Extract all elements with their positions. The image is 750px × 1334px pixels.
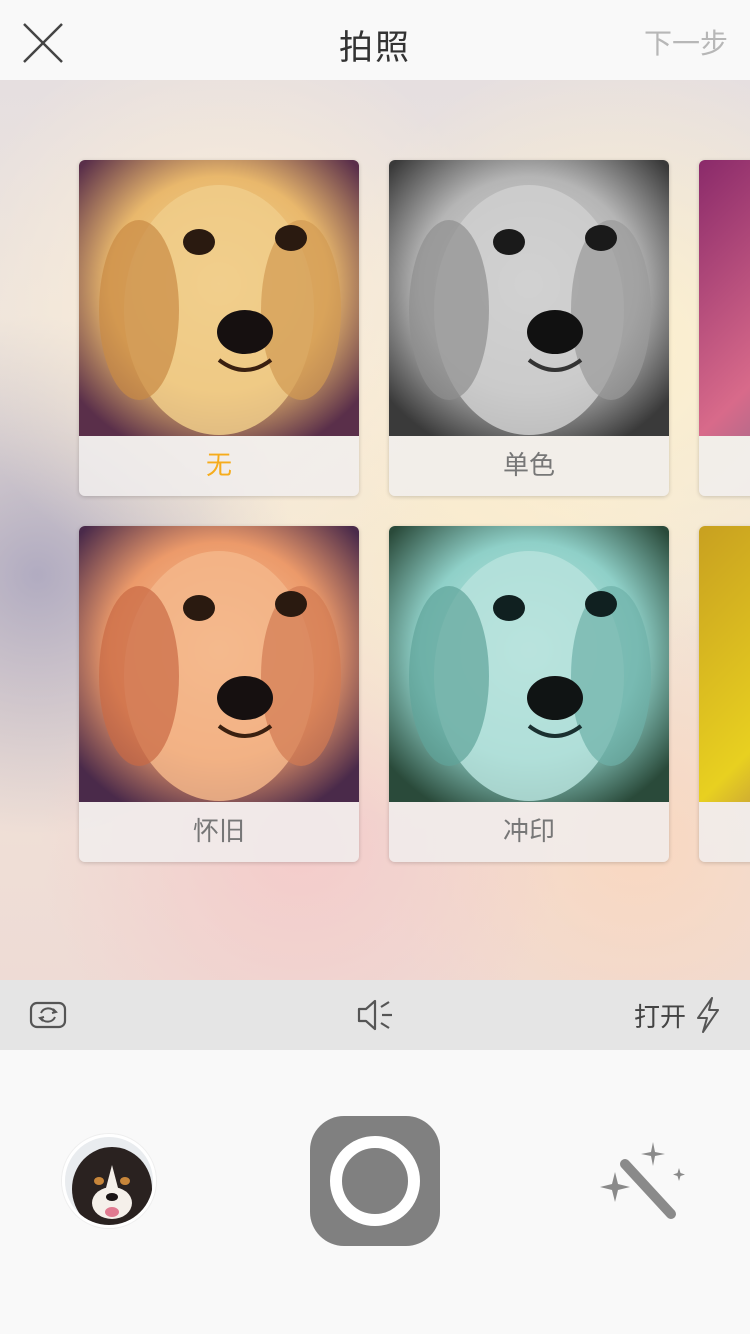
gallery-thumbnail[interactable] [62,1134,156,1228]
next-step-button[interactable]: 下一步 [644,22,728,62]
filter-card-print[interactable]: 冲印 [389,526,669,862]
filter-card-none[interactable]: 无 [79,160,359,496]
filter-card-nostalgia[interactable]: 怀旧 [79,526,359,862]
flash-label: 打开 [633,1002,686,1033]
filter-card-partial[interactable] [699,160,750,496]
shutter-button[interactable] [310,1116,440,1246]
shutter-dot [343,1149,407,1213]
filter-card-partial[interactable] [699,526,750,862]
filter-preview-image [699,160,750,436]
filter-preview-area: 无 单色 怀旧 冲印 [0,80,750,980]
filter-label: 冲印 [389,802,669,862]
top-bar: 拍照 下一步 [0,0,750,80]
filter-label [699,436,750,496]
camera-controls-bar: 打开 [0,980,750,1050]
magic-wand-icon [600,1142,685,1219]
filter-card-mono[interactable]: 单色 [389,160,669,496]
filter-label [699,802,750,862]
sound-toggle-button[interactable] [355,994,397,1036]
filter-preview-image [389,526,669,802]
filter-preview-image [389,160,669,436]
switch-camera-button[interactable] [28,997,68,1033]
filter-label: 怀旧 [79,802,359,862]
filter-preview-image [79,526,359,802]
filter-preview-image [699,526,750,802]
magic-wand-button[interactable] [595,1140,690,1220]
sound-icon [357,999,392,1031]
bottom-bar [0,1050,750,1334]
filter-preview-image [79,160,359,436]
flash-toggle-button[interactable]: 打开 [634,994,722,1036]
camera-switch-icon [29,1001,67,1029]
camera-screen: 拍照 下一步 无 单色 怀旧 冲印 打开 [0,0,750,1334]
flash-icon [697,997,719,1033]
filter-label: 无 [79,436,359,496]
filter-label: 单色 [389,436,669,496]
gallery-thumbnail-image [65,1137,153,1225]
page-title: 拍照 [339,28,411,68]
